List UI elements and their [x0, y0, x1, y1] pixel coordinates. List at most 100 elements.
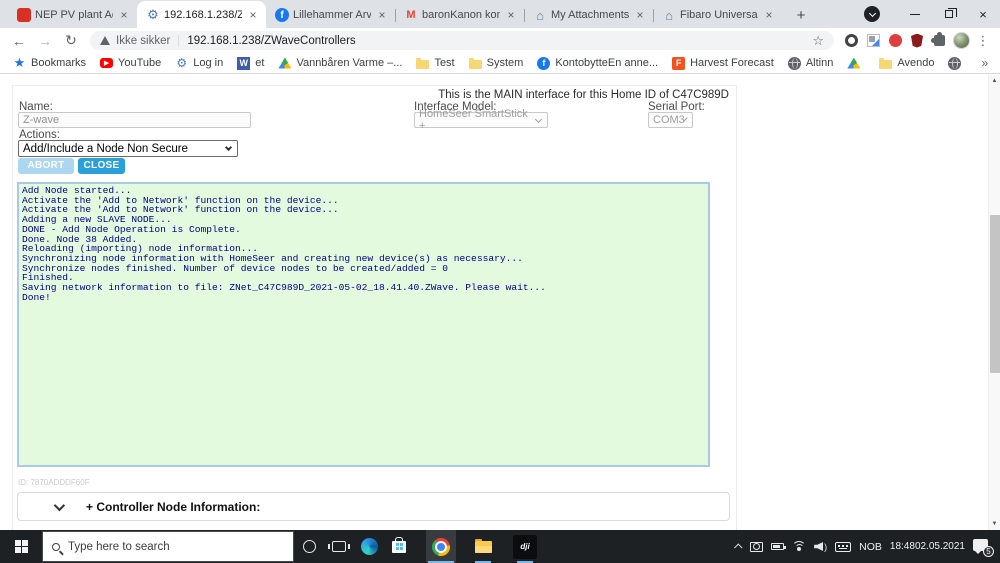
bookmark-altinn[interactable]: Altinn [781, 54, 841, 72]
page-content: This is the MAIN interface for this Home… [0, 75, 1000, 530]
bookmark-label: Altinn [805, 57, 834, 69]
tab-title: baronKanon komment [422, 9, 500, 21]
address-bar[interactable]: Ikke sikker 192.168.1.238/ZWaveControlle… [90, 31, 834, 50]
translate-extension-icon[interactable] [862, 30, 884, 52]
action-center-button[interactable]: 5 [973, 538, 994, 557]
tab-lillehammer[interactable]: Lillehammer Arveklub × [266, 2, 395, 28]
tray-battery-button[interactable] [771, 543, 787, 550]
display-icon [750, 541, 764, 552]
bookmark-folder-system[interactable]: System [462, 54, 531, 72]
actions-value: Add/Include a Node Non Secure [23, 142, 188, 155]
bookmark-harvest-forecast[interactable]: Harvest Forecast [665, 54, 781, 72]
serial-port-value: COM3 [653, 114, 685, 126]
forward-button[interactable]: → [32, 33, 58, 49]
tab-close-icon[interactable]: × [375, 8, 389, 22]
cortana-button[interactable] [294, 530, 324, 563]
file-explorer-button[interactable] [468, 530, 498, 563]
tab-separator [524, 9, 525, 22]
bookmark-label: System [486, 57, 524, 69]
taskbar-clock[interactable]: 18:48 02.05.2021 [890, 541, 965, 553]
shield-extension-icon[interactable] [906, 30, 928, 52]
bookmark-star-icon[interactable]: ☆ [812, 33, 824, 49]
bookmarks-overflow-button[interactable]: » [973, 56, 996, 70]
tab-close-icon[interactable]: × [117, 8, 131, 22]
bookmark-login[interactable]: Log in [168, 54, 230, 72]
windows-logo-icon [14, 540, 28, 553]
restore-button[interactable] [932, 0, 966, 28]
tab-separator [653, 9, 654, 22]
serial-port-select[interactable]: COM3 [648, 112, 693, 128]
bookmark-folder-avendo[interactable]: Avendo [872, 54, 941, 72]
system-tray: ) NOB 18:48 02.05.2021 5 [732, 538, 1000, 557]
extensions-puzzle-icon[interactable] [928, 30, 950, 52]
tray-network-button[interactable] [792, 541, 807, 552]
store-icon [392, 536, 406, 553]
start-button[interactable] [0, 530, 42, 563]
media-controls-button[interactable] [864, 6, 880, 22]
task-view-icon [328, 541, 350, 552]
bookmark-et[interactable]: et [230, 54, 271, 72]
profile-avatar[interactable] [950, 30, 972, 52]
zwave-log-text: Add Node started... Activate the 'Add to… [22, 185, 546, 303]
tab-title: My Attachments - Hje [551, 9, 629, 21]
page-scrollbar[interactable]: ▲ ▼ [988, 75, 1000, 530]
adblock-extension-icon[interactable] [884, 30, 906, 52]
language-indicator[interactable]: NOB [859, 541, 882, 553]
tab-zwave-controllers[interactable]: 192.168.1.238/ZWaveC × [137, 1, 266, 28]
controller-node-info-header[interactable]: + Controller Node Information: [17, 492, 730, 521]
tray-keyboard-button[interactable] [835, 541, 852, 552]
tray-expand-button[interactable] [734, 542, 743, 552]
dji-app-button[interactable]: dji [510, 530, 540, 563]
webcam-extension-icon[interactable] [840, 30, 862, 52]
reload-button[interactable]: ↻ [58, 32, 84, 49]
scroll-up-arrow-icon[interactable]: ▲ [989, 78, 1000, 84]
scrollbar-thumb[interactable] [990, 215, 1000, 373]
taskbar-search-box[interactable] [42, 531, 294, 562]
tray-display-button[interactable] [750, 541, 764, 552]
actions-select[interactable]: Add/Include a Node Non Secure [18, 140, 238, 157]
chevron-down-icon [224, 143, 233, 152]
abort-button[interactable]: ABORT [18, 158, 74, 174]
interface-model-select[interactable]: HomeSeer SmartStick + [414, 108, 548, 132]
task-view-button[interactable] [324, 530, 354, 563]
tab-nep-pv-plant[interactable]: NEP PV plant Administ × [8, 2, 137, 28]
zwave-log-textarea[interactable]: Add Node started... Activate the 'Add to… [17, 182, 710, 467]
bookmark-label: KontobytteEn anne... [555, 57, 659, 69]
minimize-button[interactable] [898, 0, 932, 28]
name-input[interactable] [18, 112, 251, 128]
bookmark-vannbaren-varme[interactable]: Vannbåren Varme –... [271, 54, 409, 72]
bookmark-youtube[interactable]: YouTube [93, 54, 168, 72]
back-button[interactable]: ← [6, 33, 32, 49]
bookmark-globe[interactable] [941, 54, 973, 72]
star-icon [13, 57, 26, 70]
chrome-button[interactable] [426, 530, 456, 563]
scroll-down-arrow-icon[interactable]: ▼ [989, 521, 1000, 527]
store-button[interactable] [384, 530, 414, 563]
close-window-button[interactable]: × [966, 0, 1000, 28]
tab-baronkanon[interactable]: baronKanon komment × [395, 2, 524, 28]
bookmark-label: YouTube [118, 57, 162, 69]
new-tab-button[interactable]: + [788, 2, 814, 28]
drive-icon [847, 57, 861, 69]
file-explorer-icon [474, 538, 492, 553]
bookmark-drive[interactable] [840, 54, 872, 72]
security-label[interactable]: Ikke sikker [116, 35, 170, 47]
close-button[interactable]: CLOSE [78, 158, 125, 174]
search-input[interactable] [68, 540, 248, 553]
tab-fibaro-universal[interactable]: Fibaro Universal Binar × [653, 2, 782, 28]
tab-my-attachments[interactable]: My Attachments - Hje × [524, 2, 653, 28]
tab-close-icon[interactable]: × [633, 8, 647, 22]
bookmark-bookmarks[interactable]: Bookmarks [6, 54, 93, 72]
tab-close-icon[interactable]: × [246, 8, 260, 22]
browser-menu-button[interactable]: ⋮ [972, 30, 994, 52]
edge-icon [360, 538, 378, 555]
chevron-up-icon [734, 542, 743, 552]
tab-close-icon[interactable]: × [762, 8, 776, 22]
forecast-icon [672, 56, 686, 70]
tab-close-icon[interactable]: × [504, 8, 518, 22]
bookmark-folder-test[interactable]: Test [409, 54, 461, 72]
tab-favicon-icon [146, 8, 160, 22]
bookmark-kontobytte[interactable]: KontobytteEn anne... [530, 54, 665, 72]
tray-volume-button[interactable]: ) [814, 542, 827, 552]
edge-button[interactable] [354, 530, 384, 563]
